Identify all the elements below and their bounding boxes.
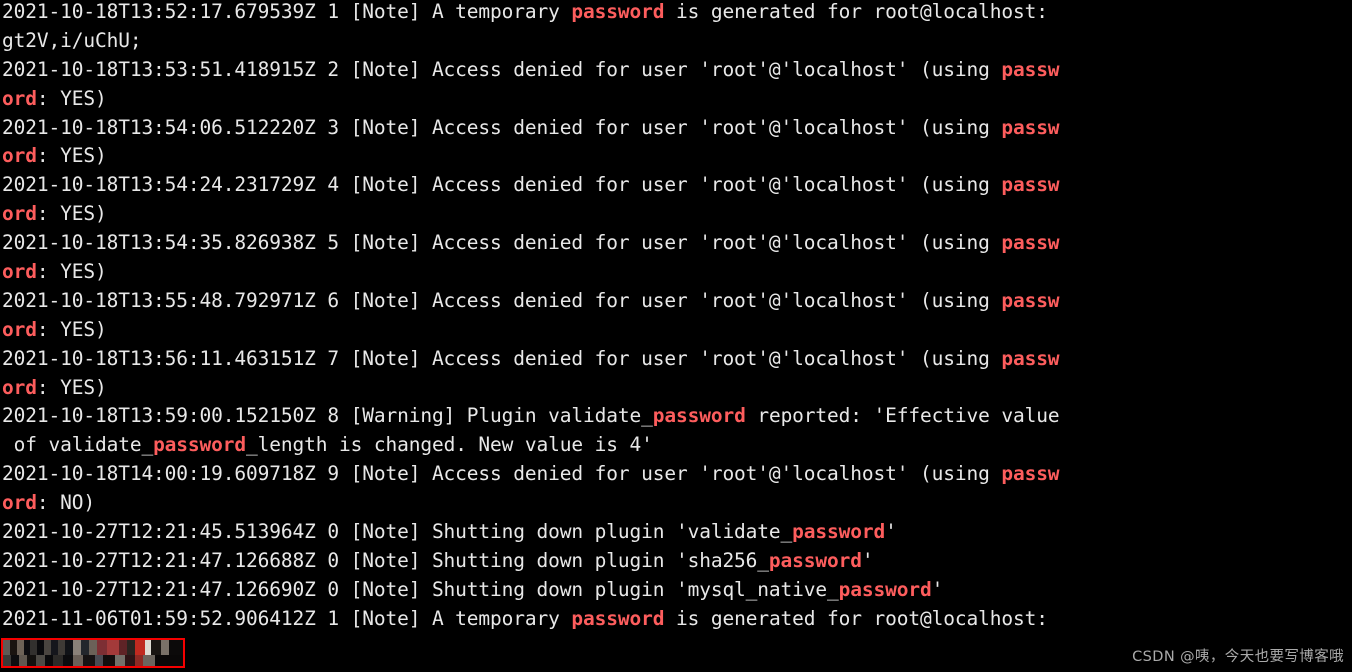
log-text: is generated for root@localhost: <box>664 606 1048 630</box>
mosaic-censor-overlay-row2 <box>3 655 183 666</box>
log-line: ord: YES) <box>2 200 1352 229</box>
log-line: ord: YES) <box>2 258 1352 287</box>
log-line: ord: YES) <box>2 142 1352 171</box>
cutoff-prompt-line <box>190 664 950 672</box>
log-line: 2021-10-18T13:54:24.231729Z 4 [Note] Acc… <box>2 171 1352 200</box>
log-line: 2021-10-18T13:53:51.418915Z 2 [Note] Acc… <box>2 56 1352 85</box>
log-text: 2021-10-18T13:53:51.418915Z 2 [Note] Acc… <box>2 57 1002 81</box>
log-line: of validate_password_length is changed. … <box>2 431 1352 460</box>
log-text: : YES) <box>36 144 107 168</box>
highlighted-token: passw <box>1001 231 1060 255</box>
highlighted-token: password <box>571 0 665 23</box>
log-text: ' <box>861 548 874 572</box>
terminal-log-view[interactable]: 2021-10-18T13:52:17.679539Z 1 [Note] A t… <box>0 0 1352 672</box>
csdn-watermark: CSDN @咦，今天也要写博客哦 <box>1132 649 1344 665</box>
highlighted-token: passw <box>1001 57 1060 81</box>
log-line: 2021-10-27T12:21:45.513964Z 0 [Note] Shu… <box>2 518 1352 547</box>
highlighted-token: passw <box>1001 288 1060 312</box>
redaction-highlight-box <box>1 638 185 668</box>
log-text: 2021-10-18T13:56:11.463151Z 7 [Note] Acc… <box>2 346 1002 370</box>
highlighted-token: ord <box>2 260 37 284</box>
log-text: 2021-10-27T12:21:45.513964Z 0 [Note] Shu… <box>2 520 793 544</box>
highlighted-token: password <box>652 404 746 428</box>
log-line: ord: NO) <box>2 489 1352 518</box>
highlighted-token: passw <box>1001 115 1060 139</box>
log-text: 2021-11-06T01:59:52.906412Z 1 [Note] A t… <box>2 606 572 630</box>
log-text: 2021-10-18T13:55:48.792971Z 6 [Note] Acc… <box>2 288 1002 312</box>
highlighted-token: password <box>571 606 665 630</box>
log-text: ' <box>885 520 897 544</box>
log-line: ord: YES) <box>2 316 1352 345</box>
log-text: 2021-10-18T13:52:17.679539Z 1 [Note] A t… <box>2 0 572 23</box>
highlighted-token: password <box>768 548 862 572</box>
highlighted-token: ord <box>2 202 37 226</box>
log-text: 2021-10-18T13:59:00.152150Z 8 [Warning] … <box>2 404 653 428</box>
log-text: is generated for root@localhost: <box>664 0 1048 23</box>
log-line: 2021-10-18T13:56:11.463151Z 7 [Note] Acc… <box>2 345 1352 374</box>
log-line: ord: YES) <box>2 374 1352 403</box>
log-line: 2021-11-06T01:59:52.906412Z 1 [Note] A t… <box>2 605 1352 634</box>
highlighted-token: ord <box>2 144 37 168</box>
log-text: _length is changed. New value is 4' <box>246 433 653 457</box>
log-text: gt2V,i/uChU; <box>2 28 142 52</box>
log-line: 2021-10-27T12:21:47.126688Z 0 [Note] Shu… <box>2 547 1352 576</box>
log-text: of validate_ <box>2 433 154 457</box>
highlighted-token: ord <box>2 491 37 515</box>
highlighted-token: password <box>153 433 247 457</box>
log-line-list: 2021-10-18T13:52:17.679539Z 1 [Note] A t… <box>2 0 1352 634</box>
log-text: 2021-10-27T12:21:47.126688Z 0 [Note] Shu… <box>2 548 769 572</box>
log-line: ord: YES) <box>2 85 1352 114</box>
log-text: 2021-10-18T13:54:24.231729Z 4 [Note] Acc… <box>2 173 1002 197</box>
highlighted-token: passw <box>1001 173 1060 197</box>
highlighted-token: password <box>838 577 932 601</box>
highlighted-token: ord <box>2 317 37 341</box>
log-text: : YES) <box>36 375 107 399</box>
log-text: 2021-10-27T12:21:47.126690Z 0 [Note] Shu… <box>2 577 839 601</box>
log-text: ' <box>931 577 944 601</box>
log-line: 2021-10-18T14:00:19.609718Z 9 [Note] Acc… <box>2 460 1352 489</box>
highlighted-token: ord <box>2 86 37 110</box>
highlighted-token: passw <box>1001 346 1060 370</box>
highlighted-token: ord <box>2 375 37 399</box>
log-text: : YES) <box>36 317 107 341</box>
log-text: : YES) <box>36 86 107 110</box>
log-text: : YES) <box>36 260 107 284</box>
log-line: 2021-10-18T13:54:35.826938Z 5 [Note] Acc… <box>2 229 1352 258</box>
log-line: 2021-10-18T13:59:00.152150Z 8 [Warning] … <box>2 402 1352 431</box>
log-line: 2021-10-27T12:21:47.126690Z 0 [Note] Shu… <box>2 576 1352 605</box>
highlighted-token: passw <box>1001 462 1060 486</box>
log-text: : YES) <box>36 202 107 226</box>
log-text: reported: 'Effective value <box>745 404 1060 428</box>
log-text: : NO) <box>36 491 95 515</box>
log-line: 2021-10-18T13:54:06.512220Z 3 [Note] Acc… <box>2 114 1352 143</box>
log-text: 2021-10-18T13:54:35.826938Z 5 [Note] Acc… <box>2 231 1002 255</box>
log-text: 2021-10-18T13:54:06.512220Z 3 [Note] Acc… <box>2 115 1002 139</box>
log-line: gt2V,i/uChU; <box>2 27 1352 56</box>
highlighted-token: password <box>792 520 886 544</box>
log-text: 2021-10-18T14:00:19.609718Z 9 [Note] Acc… <box>2 462 1002 486</box>
log-line: 2021-10-18T13:52:17.679539Z 1 [Note] A t… <box>2 0 1352 27</box>
log-line: 2021-10-18T13:55:48.792971Z 6 [Note] Acc… <box>2 287 1352 316</box>
